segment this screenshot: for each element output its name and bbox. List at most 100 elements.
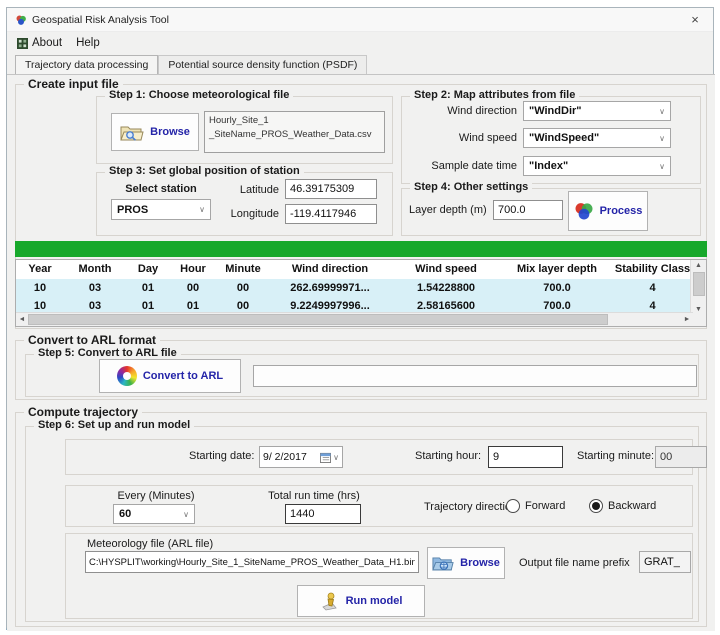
starting-minute-label: Starting minute:	[577, 450, 654, 462]
radio-checked-icon[interactable]	[589, 499, 603, 513]
starting-hour-label: Starting hour:	[415, 450, 481, 462]
scroll-left-icon[interactable]: ◄	[16, 316, 28, 323]
starting-hour-field[interactable]	[488, 446, 563, 468]
color-wheel-icon	[117, 366, 137, 386]
col-header: Hour	[170, 260, 216, 279]
wind-speed-select[interactable]: "WindSpeed" ∨	[523, 128, 671, 148]
weather-data-table: Year Month Day Hour Minute Wind directio…	[15, 259, 707, 327]
backward-radio-label: Backward	[608, 500, 656, 512]
met-arl-file-field[interactable]	[85, 551, 419, 573]
step5-title: Step 5: Convert to ARL file	[34, 347, 181, 359]
total-run-time-field-wrap	[285, 504, 361, 524]
scroll-up-icon[interactable]: ▲	[691, 260, 706, 269]
starting-minute-field-wrap	[655, 446, 707, 468]
process-button[interactable]: Process	[568, 191, 648, 231]
radio-unchecked-icon[interactable]	[506, 499, 520, 513]
forward-radio[interactable]: Forward	[506, 499, 565, 513]
scrollbar-thumb[interactable]	[693, 272, 705, 296]
browse-met-file-button[interactable]: Browse	[111, 113, 199, 151]
starting-date-picker[interactable]: 9/ 2/2017 ∨	[259, 446, 343, 468]
window-title: Geospatial Risk Analysis Tool	[32, 14, 169, 26]
layer-depth-label: Layer depth (m)	[409, 204, 487, 216]
chevron-down-icon: ∨	[659, 134, 665, 143]
table-vertical-scrollbar[interactable]: ▲ ▼	[690, 260, 706, 315]
chevron-down-icon: ∨	[333, 453, 339, 462]
step6-title: Step 6: Set up and run model	[34, 419, 194, 431]
wind-direction-select[interactable]: "WindDir" ∨	[523, 101, 671, 121]
trajectory-direction-label: Trajectory direction	[424, 501, 517, 513]
browse-arl-file-button[interactable]: Browse	[427, 547, 505, 579]
station-select[interactable]: PROS ∨	[111, 199, 211, 220]
col-header: Wind direction	[270, 260, 390, 279]
met-file-line1: Hourly_Site_1	[209, 114, 380, 128]
table-horizontal-scrollbar[interactable]: ◄ ►	[16, 312, 693, 326]
tab-psdf[interactable]: Potential source density function (PSDF)	[158, 55, 367, 74]
longitude-field[interactable]	[285, 204, 377, 224]
app-icon	[15, 14, 27, 26]
select-station-label: Select station	[111, 183, 211, 195]
step1-title: Step 1: Choose meteorological file	[105, 89, 293, 101]
latitude-field[interactable]	[285, 179, 377, 199]
calendar-icon	[320, 452, 331, 463]
run-model-button[interactable]: Run model	[297, 585, 425, 617]
screenshot-stage: Geospatial Risk Analysis Tool × About He…	[0, 0, 720, 635]
table-row[interactable]: 10 03 01 00 00 262.69999971... 1.5422880…	[16, 279, 693, 297]
menu-item-about[interactable]: About	[15, 35, 70, 51]
output-prefix-field[interactable]	[639, 551, 691, 573]
met-arl-file-field-wrap	[85, 551, 419, 573]
browse-button-label: Browse	[150, 126, 190, 138]
backward-radio[interactable]: Backward	[589, 499, 656, 513]
wind-speed-label: Wind speed	[401, 132, 517, 144]
layer-depth-field-wrap	[493, 200, 563, 220]
sample-date-time-select[interactable]: "Index" ∨	[523, 156, 671, 176]
convert-to-arl-button[interactable]: Convert to ARL	[99, 359, 241, 393]
chevron-down-icon: ∨	[183, 510, 189, 519]
step4-title: Step 4: Other settings	[410, 181, 532, 193]
chevron-down-icon: ∨	[659, 162, 665, 171]
longitude-label: Longitude	[223, 208, 279, 220]
step3-title: Step 3: Set global position of station	[105, 165, 304, 177]
layer-depth-field[interactable]	[493, 200, 563, 220]
total-run-time-label: Total run time (hrs)	[259, 490, 369, 502]
rgb-circles-icon	[574, 201, 594, 221]
met-arl-file-label: Meteorology file (ARL file)	[87, 538, 213, 550]
every-minutes-select[interactable]: 60 ∨	[113, 504, 195, 524]
step2-title: Step 2: Map attributes from file	[410, 89, 579, 101]
col-header: Mix layer depth	[502, 260, 612, 279]
col-header: Day	[126, 260, 170, 279]
sample-date-time-label: Sample date time	[401, 160, 517, 172]
chevron-down-icon: ∨	[199, 205, 205, 214]
about-grid-icon	[17, 38, 28, 49]
menu-bar: About Help	[7, 32, 713, 54]
col-header: Stability Class	[612, 260, 693, 279]
met-file-line2: _SiteName_PROS_Weather_Data.csv	[209, 128, 380, 142]
title-bar: Geospatial Risk Analysis Tool ×	[7, 8, 713, 32]
convert-progress-bar	[253, 365, 697, 387]
starting-minute-field	[655, 446, 707, 468]
menu-item-label: About	[32, 37, 62, 49]
total-run-time-field[interactable]	[285, 504, 361, 524]
col-header: Month	[64, 260, 126, 279]
tab-strip: Trajectory data processing Potential sou…	[15, 54, 707, 74]
scroll-down-icon[interactable]: ▼	[691, 306, 706, 313]
browse-button-label: Browse	[460, 557, 500, 569]
every-minutes-label: Every (Minutes)	[113, 490, 199, 502]
longitude-field-wrap	[285, 204, 377, 224]
scrollbar-corner	[691, 313, 706, 326]
tab-trajectory-data-processing[interactable]: Trajectory data processing	[15, 55, 158, 74]
folder-search-icon	[120, 123, 144, 142]
app-window: Geospatial Risk Analysis Tool × About He…	[6, 7, 714, 630]
col-header: Minute	[216, 260, 270, 279]
col-header: Year	[16, 260, 64, 279]
scrollbar-thumb[interactable]	[28, 314, 608, 325]
folder-globe-icon	[432, 554, 454, 572]
close-button[interactable]: ×	[685, 12, 705, 27]
chevron-down-icon: ∨	[659, 107, 665, 116]
output-prefix-field-wrap	[639, 551, 691, 573]
starting-hour-field-wrap	[488, 446, 563, 468]
forward-radio-label: Forward	[525, 500, 565, 512]
wind-direction-label: Wind direction	[401, 105, 517, 117]
group-title: Convert to ARL format	[24, 333, 160, 347]
latitude-label: Latitude	[223, 184, 279, 196]
menu-item-help[interactable]: Help	[74, 35, 108, 51]
